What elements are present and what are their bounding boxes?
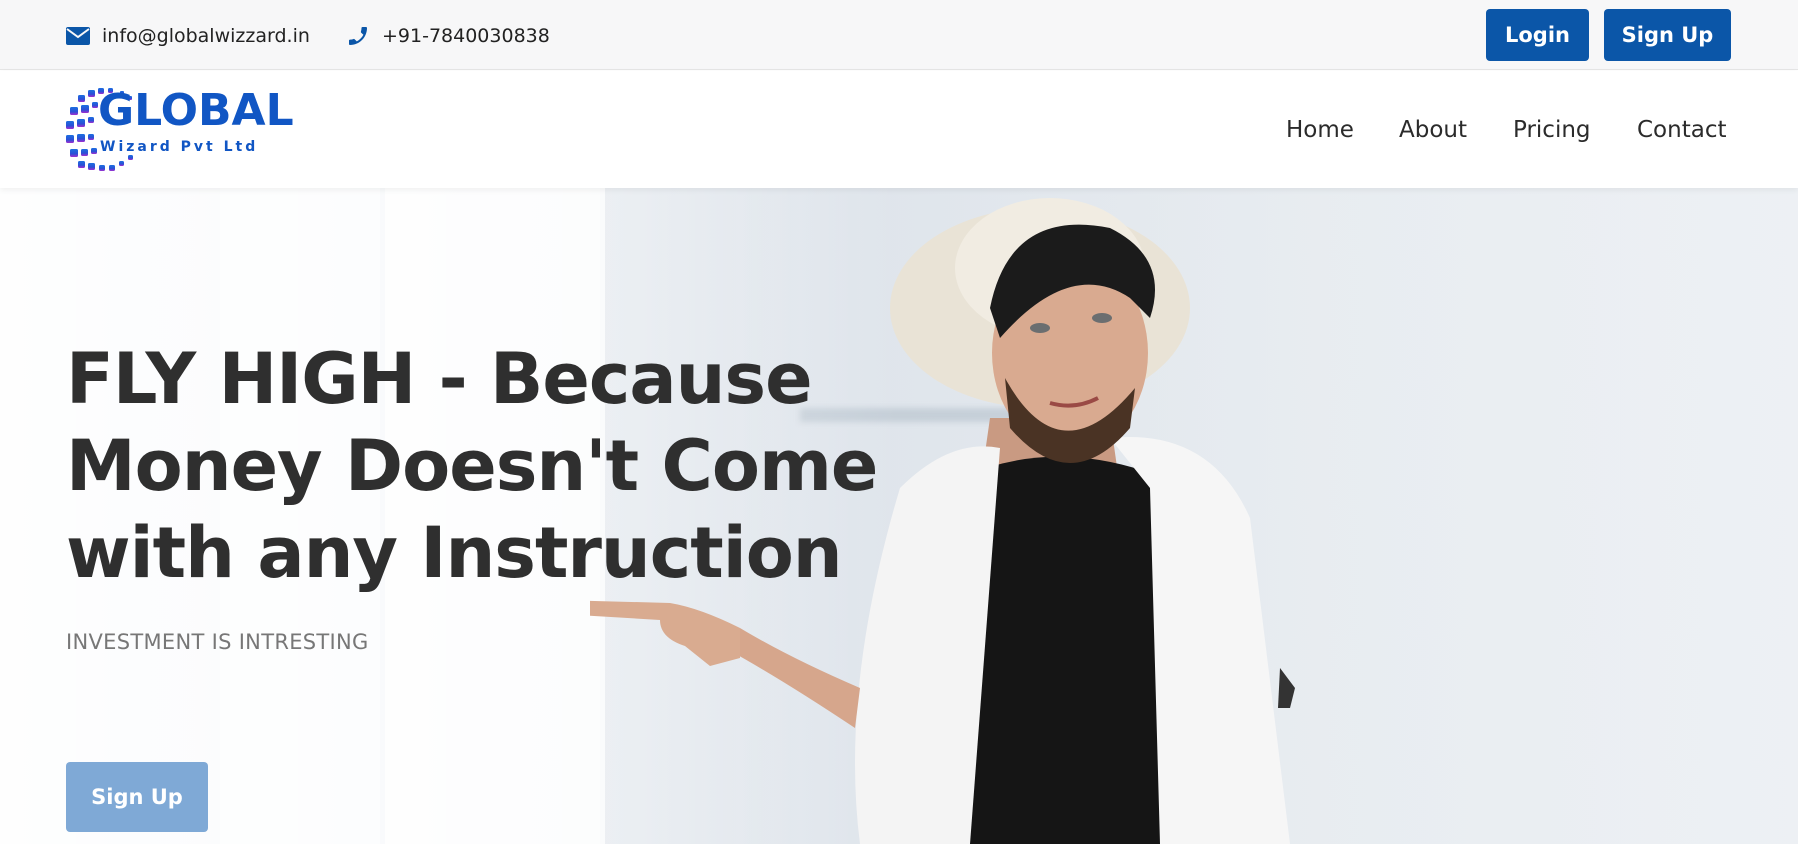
phone-icon bbox=[349, 27, 367, 45]
top-signup-button[interactable]: Sign Up bbox=[1604, 9, 1731, 61]
nav-pricing[interactable]: Pricing bbox=[1513, 113, 1591, 147]
logo-tagline: Wizard Pvt Ltd bbox=[100, 139, 259, 155]
nav-contact[interactable]: Contact bbox=[1637, 113, 1726, 147]
contact-email[interactable]: info@globalwizzard.in bbox=[66, 22, 310, 50]
hero-headline: FLY HIGH - Because Money Doesn't Come wi… bbox=[66, 336, 966, 597]
nav-home[interactable]: Home bbox=[1286, 113, 1354, 147]
headline-line: with any Instruction bbox=[66, 512, 843, 594]
email-text[interactable]: info@globalwizzard.in bbox=[102, 25, 310, 47]
top-contact-bar: info@globalwizzard.in +91-7840030838 Log… bbox=[0, 0, 1798, 70]
logo-wordmark: GLOBAL bbox=[98, 85, 294, 136]
site-header: GLOBAL Wizard Pvt Ltd Home About Pricing… bbox=[0, 71, 1798, 188]
headline-line: FLY HIGH - Because bbox=[66, 338, 813, 420]
login-button[interactable]: Login bbox=[1486, 9, 1589, 61]
hero-signup-button[interactable]: Sign Up bbox=[66, 762, 208, 832]
pointing-hand-icon bbox=[590, 600, 740, 666]
nav-about[interactable]: About bbox=[1399, 113, 1467, 147]
envelope-icon bbox=[66, 27, 90, 45]
headline-line: Money Doesn't Come bbox=[66, 425, 878, 507]
contact-phone[interactable]: +91-7840030838 bbox=[346, 22, 550, 50]
phone-text[interactable]: +91-7840030838 bbox=[382, 25, 550, 47]
logo[interactable]: GLOBAL Wizard Pvt Ltd bbox=[64, 85, 294, 175]
hero-subheading: INVESTMENT IS INTRESTING bbox=[66, 630, 369, 654]
